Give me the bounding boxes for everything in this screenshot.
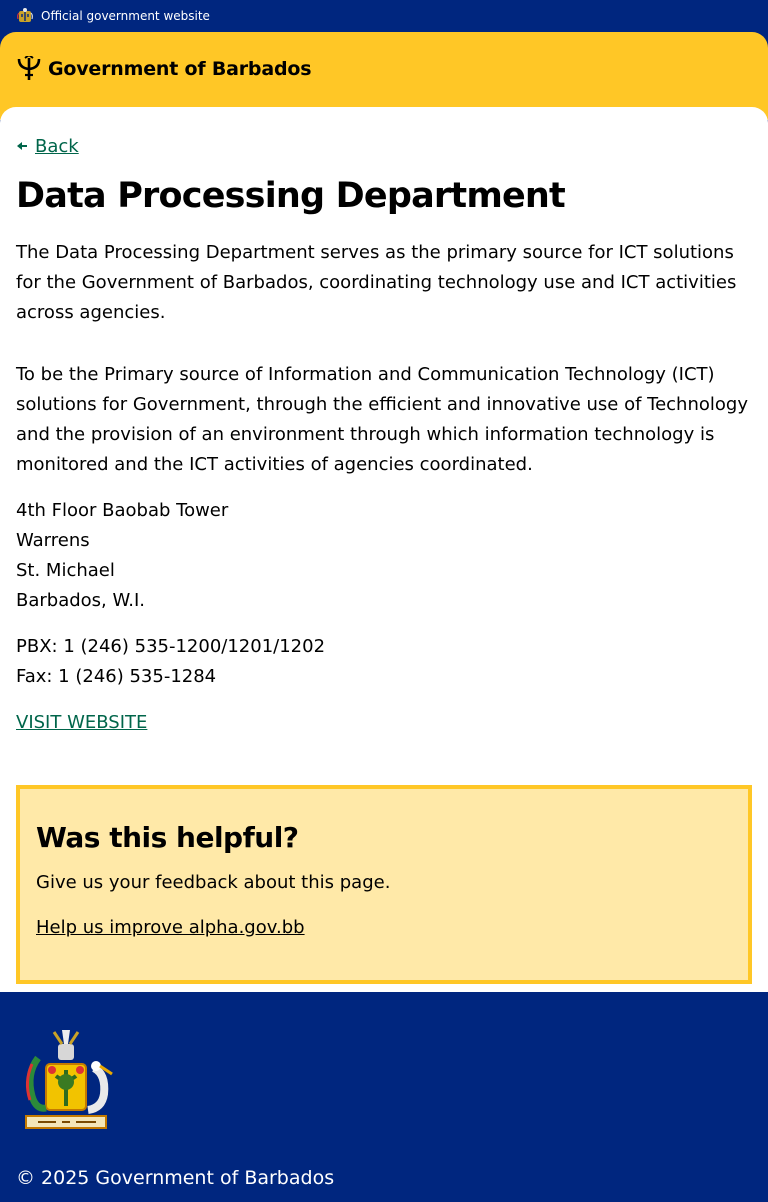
visit-website-link[interactable]: VISIT WEBSITE [16, 708, 752, 738]
address-line: St. Michael [16, 560, 115, 581]
phone-fax: Fax: 1 (246) 535-1284 [16, 666, 217, 687]
coat-of-arms-icon [25, 1030, 113, 1129]
arrow-left-icon [17, 142, 27, 150]
trident-icon [17, 56, 41, 80]
copyright-text: © 2025 Government of Barbados [16, 1167, 335, 1189]
feedback-link[interactable]: Help us improve alpha.gov.bb [36, 913, 732, 943]
site-footer: © 2025 Government of Barbados [0, 992, 768, 1202]
official-website-text: Official government website [41, 9, 210, 23]
address-line: 4th Floor Baobab Tower [16, 500, 229, 521]
intro-paragraph: The Data Processing Department serves as… [16, 242, 737, 323]
address-block: 4th Floor Baobab Tower Warrens St. Micha… [16, 496, 752, 616]
feedback-heading: Was this helpful? [36, 821, 299, 854]
address-line: Barbados, W.I. [16, 590, 145, 611]
feedback-text: Give us your feedback about this page. [36, 872, 391, 893]
official-banner: Official government website [0, 0, 768, 32]
back-link[interactable]: Back [16, 135, 752, 157]
back-label: Back [35, 135, 79, 157]
contact-numbers: PBX: 1 (246) 535-1200/1201/1202 Fax: 1 (… [16, 632, 752, 692]
page-title: Data Processing Department [16, 176, 566, 216]
barbados-crest-icon [17, 8, 33, 22]
mission-paragraph: To be the Primary source of Information … [16, 364, 748, 475]
brand-name: Government of Barbados [48, 58, 312, 80]
phone-pbx: PBX: 1 (246) 535-1200/1201/1202 [16, 636, 326, 657]
brand-link[interactable]: Government of Barbados [16, 56, 312, 82]
feedback-box: Was this helpful? Give us your feedback … [16, 785, 752, 984]
address-line: Warrens [16, 530, 90, 551]
main-content: Back Data Processing Department The Data… [0, 107, 768, 992]
